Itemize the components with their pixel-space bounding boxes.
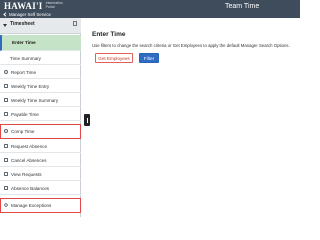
nav-item-request-absence[interactable]: Request Absence [0, 140, 81, 153]
collapse-panel-handle[interactable] [84, 114, 90, 126]
calendar-icon [4, 158, 8, 162]
nav-item-label: Absence Balances [11, 185, 50, 191]
left-nav-panel: Timesheet Enter Time Time Summary Report… [0, 18, 81, 217]
get-employees-button[interactable]: Get Employees [95, 53, 133, 63]
nav-item-cancel-absences[interactable]: Cancel Absences [0, 154, 81, 167]
page-title: Team Time [225, 3, 260, 10]
top-header: HAWAI'I Information Portal Manager Self … [0, 0, 300, 18]
panel-icon[interactable] [73, 21, 77, 26]
document-icon [4, 112, 8, 116]
instructions-text: Use filters to change the search criteri… [92, 43, 290, 48]
list-icon [4, 172, 8, 176]
nav-item-view-requests[interactable]: View Requests [0, 168, 81, 181]
calendar-icon [4, 144, 8, 148]
logo-subtext: Information Portal [45, 1, 63, 9]
section-label: Timesheet [10, 21, 35, 27]
chevron-left-icon [3, 11, 8, 17]
nav-item-weekly-time-summary[interactable]: Weekly Time Summary [0, 94, 81, 107]
nav-item-weekly-time-entry[interactable]: Weekly Time Entry [0, 80, 81, 93]
nav-item-label: Report Time [11, 69, 37, 75]
nav-item-absence-balances[interactable]: Absence Balances [0, 182, 81, 195]
back-to-manager-self-service[interactable]: Manager Self Service [3, 10, 51, 18]
nav-item-label: View Requests [11, 171, 42, 177]
scale-icon [4, 186, 8, 190]
pause-icon [86, 117, 88, 123]
nav-item-time-summary[interactable]: Time Summary [0, 52, 81, 65]
calendar-icon [4, 98, 8, 102]
clock-icon [4, 70, 8, 74]
nav-item-label: Manage Exceptions [11, 202, 52, 208]
clock-icon [4, 129, 8, 133]
nav-item-label: Weekly Time Summary [11, 97, 59, 103]
nav-item-label: Payable Time [11, 111, 39, 117]
nav-item-label: Cancel Absences [11, 157, 47, 163]
nav-item-label: Comp Time [11, 128, 35, 134]
nav-item-label: Enter Time [12, 40, 36, 45]
nav-item-enter-time[interactable]: Enter Time [0, 35, 81, 51]
nav-item-comp-time[interactable]: Comp Time [0, 124, 81, 139]
nav-item-manage-exceptions[interactable]: Manage Exceptions [0, 198, 81, 213]
nav-item-report-time[interactable]: Report Time [0, 66, 81, 79]
timesheet-section-header[interactable]: Timesheet [0, 18, 81, 34]
calendar-icon [4, 84, 8, 88]
back-label: Manager Self Service [9, 11, 51, 17]
content-title: Enter Time [92, 31, 126, 38]
nav-item-label: Time Summary [10, 55, 41, 61]
caret-down-icon [3, 24, 7, 27]
filter-button[interactable]: Filter [139, 53, 159, 63]
warning-icon [3, 202, 9, 208]
nav-item-label: Weekly Time Entry [11, 83, 50, 89]
nav-item-payable-time[interactable]: Payable Time [0, 108, 81, 121]
nav-item-label: Request Absence [11, 143, 48, 149]
